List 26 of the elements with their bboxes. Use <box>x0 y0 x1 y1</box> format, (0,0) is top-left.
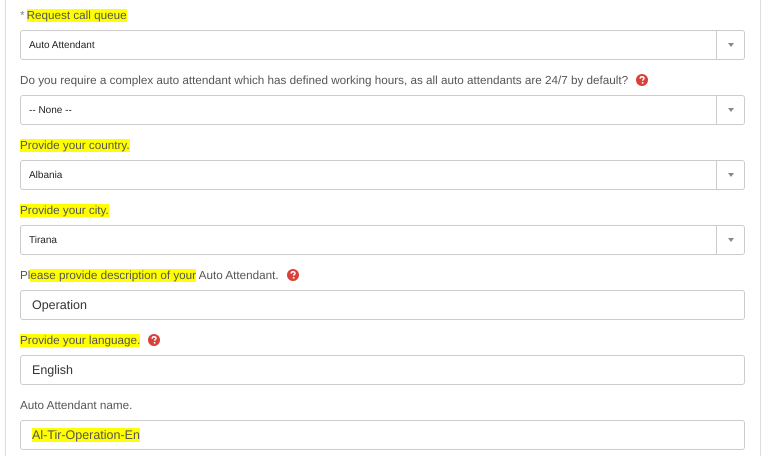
input-field[interactable]: English <box>20 355 745 385</box>
dropdown-value: Tirana <box>28 234 58 246</box>
caret-icon <box>728 173 734 177</box>
caret-icon <box>728 43 734 47</box>
dropdown-value: -- None -- <box>28 104 73 116</box>
help-icon[interactable] <box>286 269 299 281</box>
dropdown[interactable]: -- None -- <box>20 95 745 125</box>
field-label: Please provide description of your Auto Attendant. <box>20 268 279 282</box>
help-icon[interactable] <box>148 334 160 346</box>
dropdown[interactable]: Albania <box>20 160 745 190</box>
required-mark: * <box>20 8 25 22</box>
caret-icon <box>728 238 734 242</box>
field-label: Provide your language. <box>20 334 140 346</box>
dropdown-value: Auto Attendant <box>28 40 96 50</box>
help-icon[interactable] <box>636 74 648 86</box>
dropdown-value: Albania <box>28 170 64 180</box>
input-field[interactable]: Al-Tir-Operation-En <box>20 420 745 450</box>
field-label: Request call queue <box>26 8 127 22</box>
caret-icon <box>728 108 734 112</box>
dropdown[interactable]: Auto Attendant <box>20 30 745 60</box>
field-label: Provide your country. <box>20 138 130 152</box>
field-label: Provide your city. <box>20 204 109 216</box>
field-label: Do you require a complex auto attendant which has defined working hours, as all auto attendants are 24/7 by default? <box>20 74 628 86</box>
dropdown[interactable]: Tirana <box>20 225 745 255</box>
input-field[interactable]: Operation <box>20 290 745 320</box>
field-label: Auto Attendant name. <box>20 398 132 412</box>
